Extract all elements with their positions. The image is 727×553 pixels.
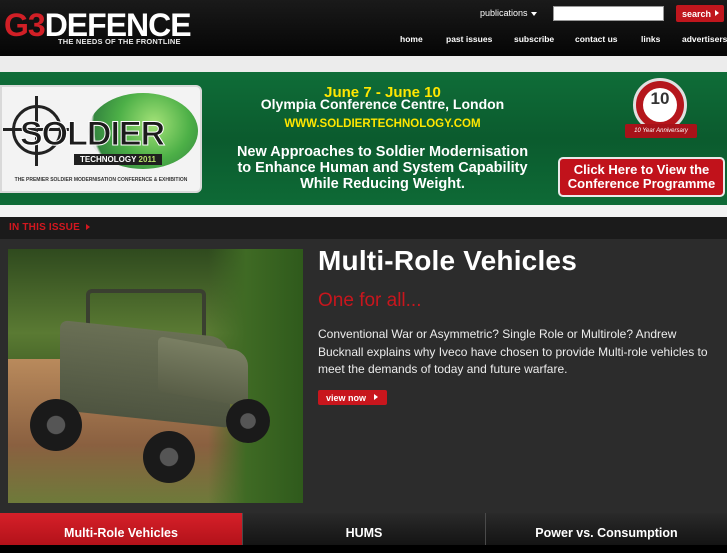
vehicle-wheel [30,399,82,451]
in-this-issue-link[interactable]: IN THIS ISSUE [9,222,90,233]
anniversary-ribbon: 10 Year Anniversary [625,124,697,138]
caret-down-icon [530,11,537,16]
headline-line-1: New Approaches to Soldier Modernisation [236,144,529,160]
arrow-right-icon [374,394,378,400]
cta-line-2: Conference Programme [567,176,716,191]
nav-contact-us[interactable]: contact us [575,34,618,44]
banner-divider [0,205,727,217]
arrow-right-icon [715,10,719,16]
nav-past-issues[interactable]: past issues [446,34,492,44]
anniversary-badge: 10 10 Year Anniversary [625,78,697,146]
publications-label: publications [480,8,528,18]
tab-hums[interactable]: HUMS [242,513,485,545]
view-now-label: view now [326,392,367,403]
feature-panel: Multi-Role Vehicles One for all... Conve… [0,239,727,513]
tab-multi-role-vehicles[interactable]: Multi-Role Vehicles [0,513,242,545]
anniversary-number: 10 [643,88,677,122]
vehicle-wheel [226,399,270,443]
event-venue: Olympia Conference Centre, London [260,96,505,112]
feature-image[interactable] [8,249,303,503]
article-tabs: Multi-Role Vehicles HUMS Power vs. Consu… [0,513,727,545]
search-button-label: search [682,8,712,19]
nav-subscribe[interactable]: subscribe [514,34,554,44]
headline-line-3: While Reducing Weight. [300,176,465,192]
tab-power-vs-consumption[interactable]: Power vs. Consumption [485,513,727,545]
view-now-button[interactable]: view now [318,390,387,405]
feature-subtitle: One for all... [318,290,422,311]
conference-banner[interactable]: SOLDIER TECHNOLOGY 2011 THE PREMIER SOLD… [0,72,727,205]
publications-dropdown[interactable]: publications [480,8,537,18]
logo-technology-badge: TECHNOLOGY 2011 [74,154,162,165]
arrow-right-icon [85,224,90,231]
nav-home[interactable]: home [400,34,423,44]
nav-advertisers[interactable]: advertisers [682,34,727,44]
feature-title[interactable]: Multi-Role Vehicles [318,245,577,277]
vehicle-wheel [143,431,195,483]
in-this-issue-label: IN THIS ISSUE [9,222,80,233]
search-button[interactable]: search [676,5,724,22]
view-programme-button[interactable]: Click Here to View the Conference Progra… [558,157,725,197]
logo-footer-text: THE PREMIER SOLDIER MODERNISATION CONFER… [14,177,188,183]
search-input[interactable] [553,6,664,21]
main-nav: home past issues subscribe contact us li… [0,34,727,46]
feature-description: Conventional War or Asymmetric? Single R… [318,327,708,376]
event-url[interactable]: WWW.SOLDIERTECHNOLOGY.COM [210,118,555,130]
nav-links[interactable]: links [641,34,660,44]
logo-technology-text: TECHNOLOGY [80,155,137,164]
soldier-technology-logo: SOLDIER TECHNOLOGY 2011 THE PREMIER SOLD… [0,85,202,193]
logo-soldier-text: SOLDIER [19,115,165,154]
in-this-issue-bar: IN THIS ISSUE [0,217,727,239]
logo-year: 2011 [138,155,156,164]
cta-line-1: Click Here to View the [573,162,710,177]
site-header: G3DEFENCE THE NEEDS OF THE FRONTLINE pub… [0,0,727,56]
event-headline: New Approaches to Soldier Modernisation … [210,144,555,192]
headline-line-2: to Enhance Human and System Capability [237,160,528,176]
header-divider [0,56,727,72]
